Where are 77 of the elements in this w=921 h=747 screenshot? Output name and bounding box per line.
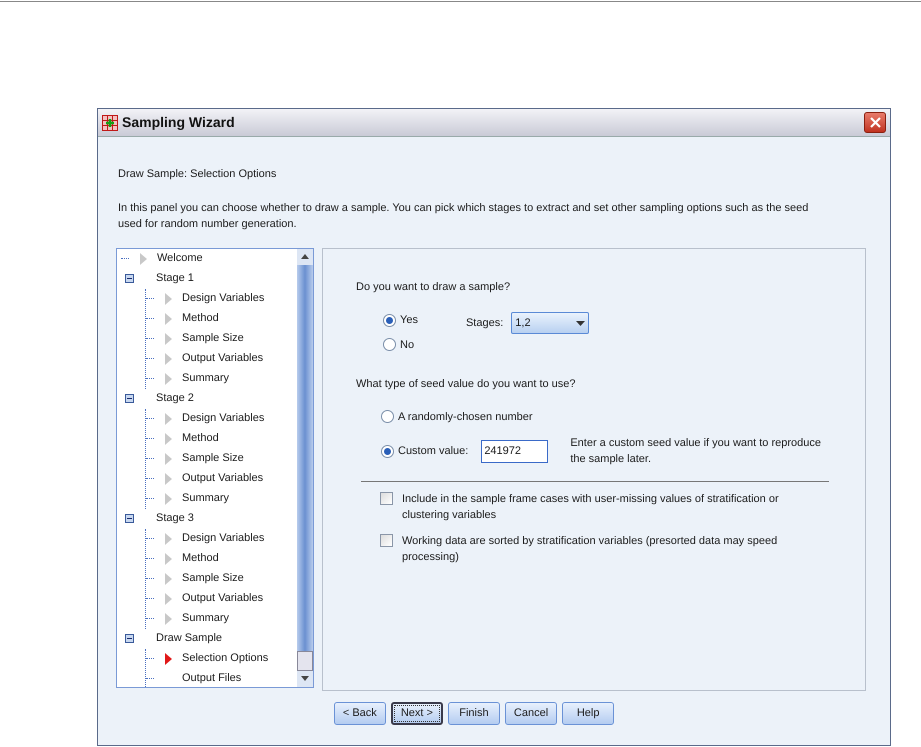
step-arrow-icon [164,532,172,544]
question-label: What type of seed value do you want to use? [356,377,577,392]
tree-item[interactable]: Summary [182,610,230,627]
scroll-down-icon[interactable] [301,676,309,681]
tree-item[interactable]: Summary [182,490,230,507]
tree-item[interactable]: Output Variables [182,470,264,487]
tree-group[interactable]: Stage 3 [156,510,194,527]
step-arrow-icon [164,312,172,324]
tree-item[interactable]: Selection Options [182,650,268,667]
step-arrow-icon [164,452,172,464]
scroll-up-icon[interactable] [301,254,309,259]
step-arrow-icon [164,352,172,364]
tree-item[interactable]: Design Variables [182,530,264,547]
collapse-icon[interactable] [125,634,134,643]
radio-label[interactable]: A randomly-chosen number [398,408,533,425]
close-button[interactable] [864,112,886,133]
step-arrow-icon [164,552,172,564]
step-arrow-icon [164,332,172,344]
question-label: Do you want to draw a sample? [356,280,512,294]
collapse-icon[interactable] [125,514,134,523]
stages-label: Stages: [466,316,504,331]
step-arrow-icon [164,492,172,504]
tree-item[interactable]: Welcome [157,250,203,267]
window-title: Sampling Wizard [122,113,235,132]
tree-item[interactable]: Summary [182,370,230,387]
wizard-button[interactable]: Cancel [504,702,558,724]
tree-item[interactable]: Design Variables [182,410,264,427]
close-icon [870,117,880,128]
scrollbar[interactable] [297,248,313,686]
checkbox-label[interactable]: Working data are sorted by stratification variables (presorted data may speed processing) [402,533,822,565]
collapse-icon[interactable] [125,394,134,403]
step-arrow-icon [164,292,172,304]
radio-label[interactable]: Custom value: [398,442,468,460]
radio-button[interactable] [383,314,396,327]
grid-app-icon [102,114,118,130]
tree-item[interactable]: Sample Size [182,570,244,587]
tree-group[interactable]: Draw Sample [156,630,222,647]
collapse-icon[interactable] [125,274,134,283]
tree-item[interactable]: Sample Size [182,330,244,347]
stages-dropdown[interactable]: 1,2 [511,312,590,334]
seed-hint: Enter a custom seed value if you want to reproduce the sample later. [570,436,822,467]
radio-label[interactable]: Yes [400,312,418,328]
tree-item[interactable]: Method [182,430,219,447]
radio-button[interactable] [381,444,394,458]
tree-group[interactable]: Stage 1 [156,270,194,287]
tree-item[interactable]: Method [182,550,219,567]
wizard-button[interactable]: < Back [334,702,386,724]
tree-group[interactable]: Stage 2 [156,390,194,407]
current-step-arrow-icon [164,652,172,664]
tree-item[interactable]: Method [182,310,219,327]
scrollbar-thumb[interactable] [297,650,313,670]
checkbox[interactable] [380,492,393,505]
radio-label[interactable]: No [400,336,414,353]
page-description: In this panel you can choose whether to draw a sample. You can pick which stages to extract and set other sampling options such as the seed used for random number generation. [118,200,810,232]
wizard-button[interactable]: Finish [448,702,500,724]
tree-item[interactable]: Output Variables [182,350,264,367]
dropdown-arrow-icon [576,320,586,326]
wizard-button[interactable]: Help [562,702,614,724]
tree-item[interactable]: Output Files [182,670,242,686]
step-arrow-icon [164,612,172,624]
tree-item[interactable]: Output Variables [182,590,264,607]
step-arrow-icon [164,432,172,444]
wizard-button[interactable]: Next > [390,702,443,724]
step-arrow-icon [164,572,172,584]
page-title: Draw Sample: Selection Options [118,167,278,182]
tree-item[interactable]: Design Variables [182,290,264,307]
checkbox[interactable] [380,534,393,547]
tree-item[interactable]: Sample Size [182,450,244,467]
step-arrow-icon [164,412,172,424]
checkbox-label[interactable]: Include in the sample frame cases with user-missing values of stratification or clustering variables [402,491,822,523]
step-arrow-icon [164,592,172,604]
step-arrow-icon [164,472,172,484]
radio-button[interactable] [383,338,396,352]
radio-button[interactable] [381,410,394,424]
step-arrow-icon [140,252,146,264]
step-arrow-icon [164,372,172,384]
seed-input-field[interactable]: 241972 [481,440,548,462]
